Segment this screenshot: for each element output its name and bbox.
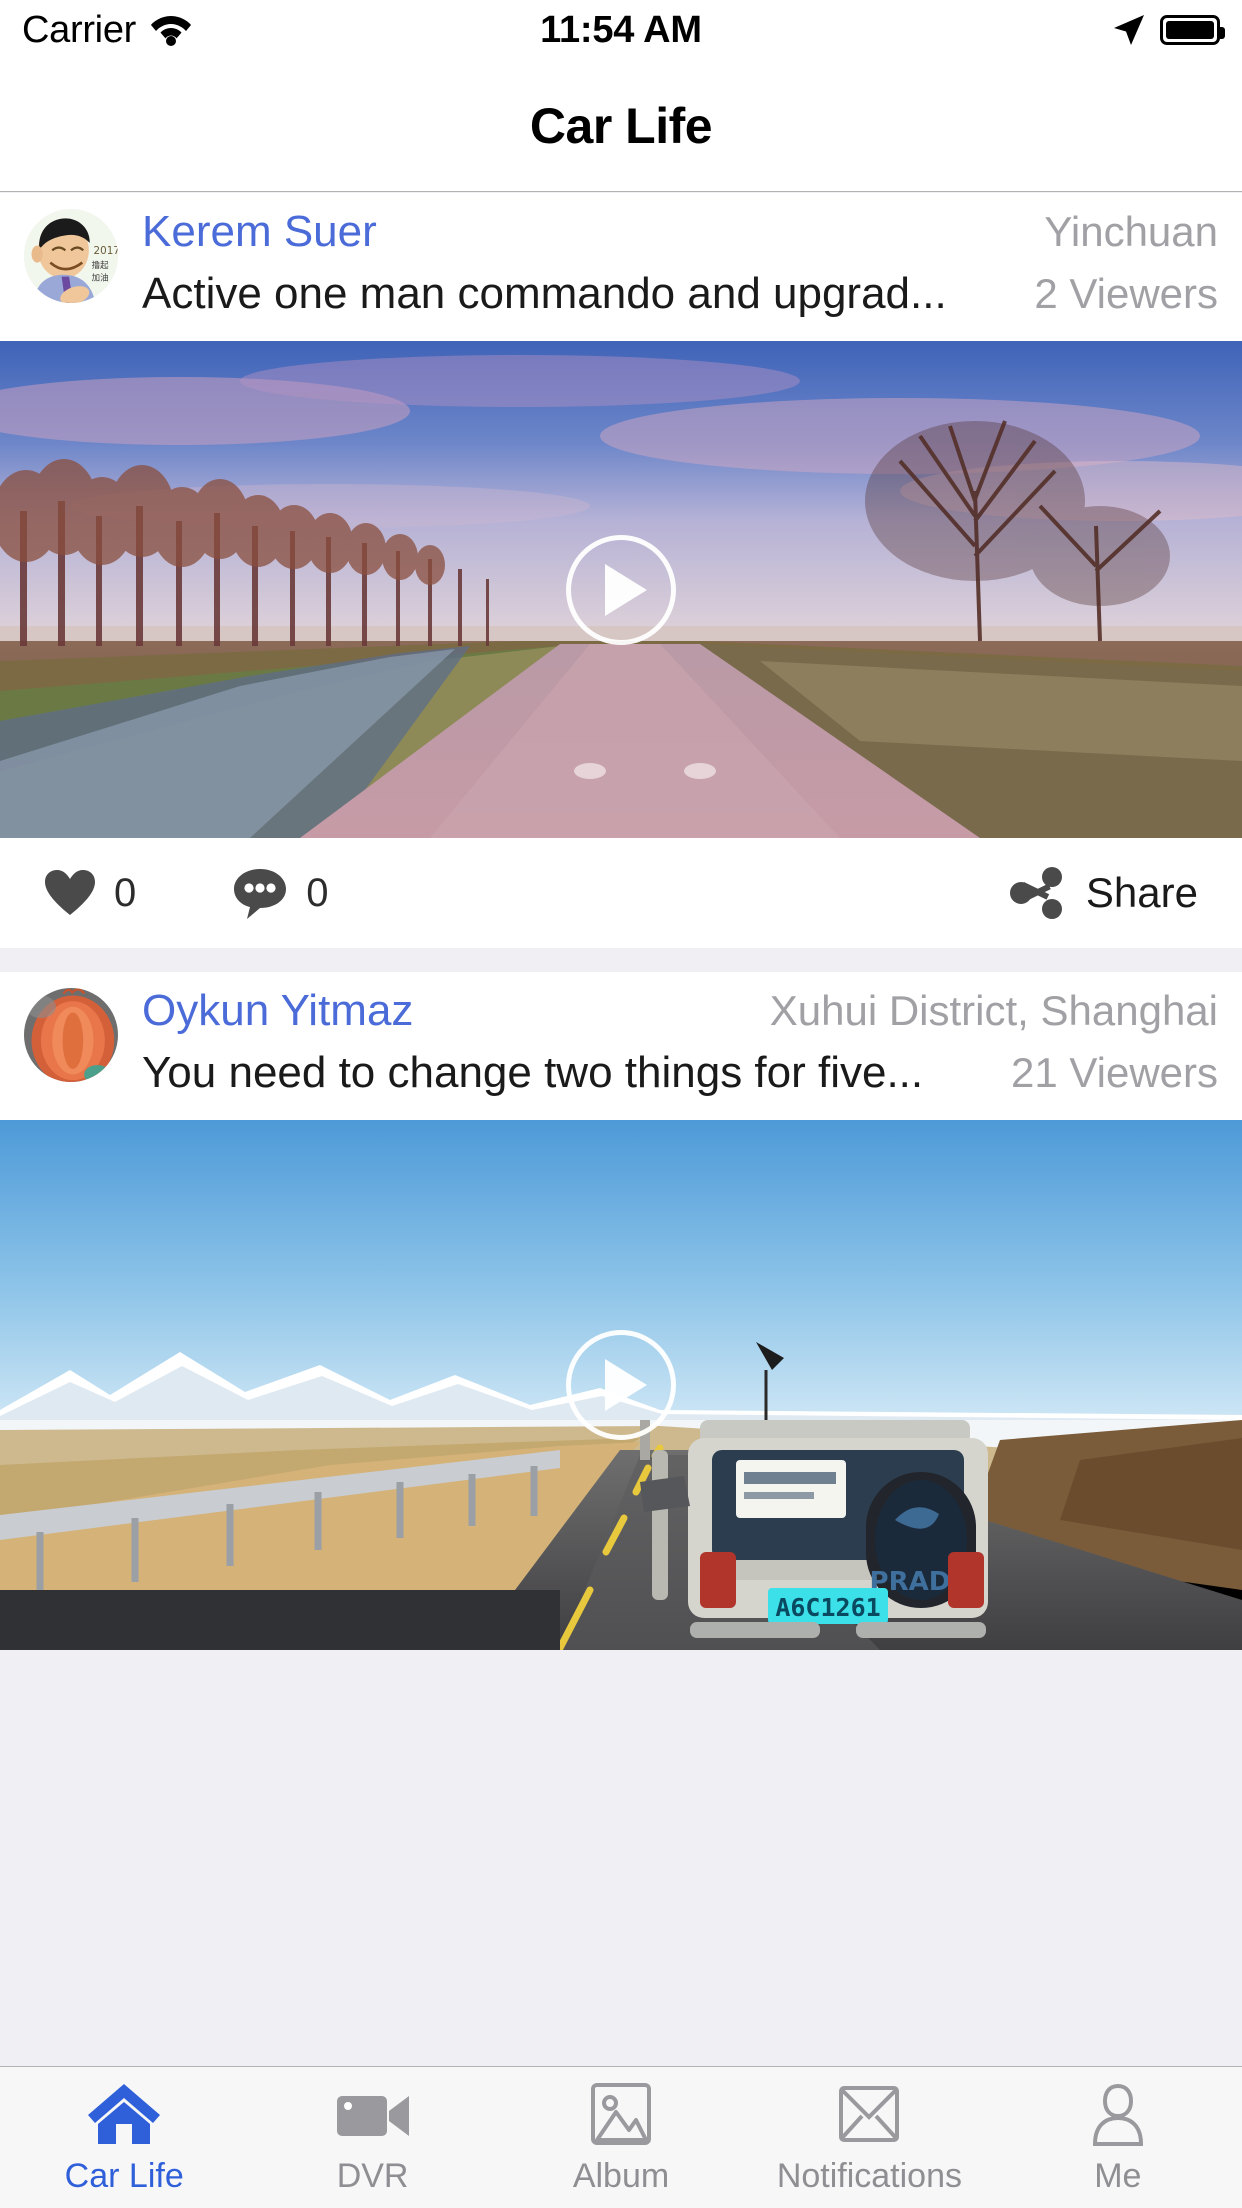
tab-dvr[interactable]: DVR: [248, 2067, 496, 2208]
play-button[interactable]: [566, 534, 676, 645]
post-username[interactable]: Kerem Suer: [142, 207, 377, 257]
feed-post[interactable]: Oykun Yitmaz Xuhui District, Shanghai Yo…: [0, 972, 1242, 1650]
location-arrow-icon: [1114, 15, 1144, 45]
svg-text:撸起: 撸起: [92, 260, 109, 270]
post-header[interactable]: 2017 撸起 加油 Kerem Suer Yinchuan Active on…: [0, 193, 1242, 341]
page-title: Car Life: [529, 97, 713, 154]
comment-button[interactable]: 0: [232, 867, 329, 919]
svg-text:A6C1261: A6C1261: [775, 1593, 880, 1622]
svg-text:加油: 加油: [92, 272, 109, 282]
post-media[interactable]: PRADO A6C1261: [0, 1120, 1242, 1650]
post-location: Xuhui District, Shanghai: [769, 987, 1218, 1034]
post-header-text: Kerem Suer Yinchuan Active one man comma…: [142, 207, 1218, 331]
tab-label: DVR: [336, 2157, 409, 2195]
share-icon: [1009, 867, 1062, 919]
heart-icon: [45, 870, 95, 915]
prado-suv: PRADO A6C1261: [640, 1420, 988, 1638]
app-root: Carrier 11:54 AM Car Life 2017 撸起 加油 Ker…: [0, 0, 1242, 2208]
video-camera-icon: [333, 2081, 413, 2147]
feed-post[interactable]: 2017 撸起 加油 Kerem Suer Yinchuan Active on…: [0, 193, 1242, 948]
tab-label: Car Life: [64, 2157, 184, 2195]
post-username[interactable]: Oykun Yitmaz: [142, 986, 413, 1036]
share-label: Share: [1085, 869, 1198, 916]
post-viewers: 2 Viewers: [1034, 270, 1218, 317]
person-icon: [1087, 2081, 1149, 2147]
photo-icon: [590, 2081, 652, 2147]
tab-album[interactable]: Album: [497, 2067, 745, 2208]
status-bar-time: 11:54 AM: [540, 8, 702, 51]
bottom-tab-bar: Car Life DVR Album Notifications Me: [0, 2066, 1242, 2208]
post-viewers: 21 Viewers: [1010, 1049, 1218, 1096]
post-action-bar: 0 0 Share: [0, 838, 1242, 948]
tab-me[interactable]: Me: [994, 2067, 1242, 2208]
post-header[interactable]: Oykun Yitmaz Xuhui District, Shanghai Yo…: [0, 972, 1242, 1120]
comment-bubble-icon: [234, 869, 287, 919]
post-caption: You need to change two things for five..…: [142, 1048, 924, 1097]
navigation-bar: Car Life: [0, 60, 1242, 192]
avatar[interactable]: [24, 988, 118, 1082]
feed-scroll-area[interactable]: 2017 撸起 加油 Kerem Suer Yinchuan Active on…: [0, 193, 1242, 2066]
like-button[interactable]: 0: [44, 869, 136, 917]
post-caption: Active one man commando and upgrad...: [142, 269, 947, 318]
play-icon: [605, 563, 647, 616]
play-icon: [605, 1359, 647, 1411]
post-location: Yinchuan: [1044, 208, 1218, 255]
status-bar: Carrier 11:54 AM: [0, 0, 1242, 60]
home-icon: [84, 2081, 164, 2147]
envelope-icon: [838, 2081, 900, 2147]
tab-notifications[interactable]: Notifications: [745, 2067, 993, 2208]
svg-text:2017: 2017: [94, 245, 118, 257]
like-count: 0: [114, 870, 137, 915]
tab-car-life[interactable]: Car Life: [0, 2067, 248, 2208]
comment-count: 0: [306, 870, 329, 915]
tab-label: Album: [572, 2157, 670, 2195]
share-button[interactable]: Share: [1009, 866, 1198, 920]
feed-separator: [0, 948, 1242, 972]
avatar[interactable]: 2017 撸起 加油: [24, 209, 118, 303]
status-bar-right: [1112, 13, 1225, 47]
battery-full-icon: [1160, 15, 1225, 45]
post-media[interactable]: [0, 341, 1242, 838]
tab-label: Me: [1094, 2157, 1142, 2195]
tab-label: Notifications: [776, 2157, 963, 2195]
post-header-text: Oykun Yitmaz Xuhui District, Shanghai Yo…: [142, 986, 1218, 1110]
play-button[interactable]: [566, 1330, 676, 1440]
